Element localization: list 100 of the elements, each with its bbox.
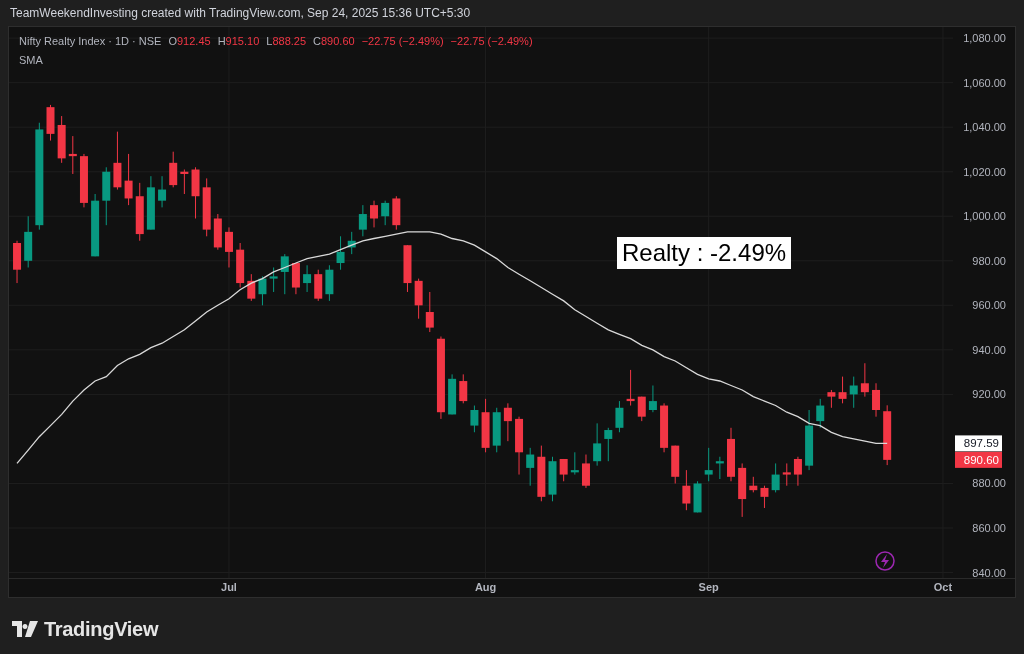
candlestick xyxy=(492,407,501,453)
time-axis-label: Aug xyxy=(474,581,497,593)
candlestick xyxy=(470,405,479,433)
candlestick xyxy=(135,182,144,242)
candlestick xyxy=(693,480,702,513)
price-axis-label: 920.00 xyxy=(972,388,1006,401)
candlestick xyxy=(838,376,847,404)
price-axis-label: 960.00 xyxy=(972,299,1006,312)
candlestick xyxy=(358,204,367,237)
candlestick xyxy=(660,402,669,453)
annotation-label: Realty : -2.49% xyxy=(617,237,792,269)
candlestick xyxy=(291,262,300,295)
candlestick xyxy=(347,231,356,255)
ohlc-value: H915.10 xyxy=(217,34,260,49)
candlestick xyxy=(860,362,869,398)
candlestick xyxy=(403,244,412,293)
candlestick xyxy=(102,166,111,226)
candlestick xyxy=(79,153,88,208)
change-value: −22.75 (−2.49%) xyxy=(361,34,444,49)
candlestick xyxy=(213,213,222,251)
candlestick xyxy=(593,422,602,467)
candlestick xyxy=(782,462,791,487)
time-axis-label: Jul xyxy=(221,581,237,593)
candlestick xyxy=(392,195,401,231)
candlestick xyxy=(113,131,122,191)
candlestick xyxy=(727,427,735,482)
candlestick xyxy=(191,166,200,219)
price-axis-label: 940.00 xyxy=(972,343,1006,356)
candlestick xyxy=(169,151,178,188)
logo-icon xyxy=(12,621,38,637)
candlestick xyxy=(883,404,892,466)
candlestick xyxy=(146,175,155,231)
candlestick xyxy=(68,135,77,175)
candlestick xyxy=(448,373,457,415)
candlestick xyxy=(648,385,657,413)
candlestick xyxy=(225,226,233,268)
candlestick xyxy=(336,235,345,271)
price-label: 890.60 xyxy=(955,451,1002,468)
candlestick xyxy=(481,398,490,453)
candlestick xyxy=(370,200,378,228)
lightning-icon[interactable] xyxy=(875,551,895,571)
candlestick xyxy=(280,253,289,295)
candlestick xyxy=(202,177,211,237)
price-axis-label: 840.00 xyxy=(972,566,1006,579)
indicator-label: SMA xyxy=(19,52,44,68)
price-axis-label: 1,020.00 xyxy=(963,165,1006,178)
candlestick xyxy=(626,369,635,407)
candlestick xyxy=(236,242,245,289)
candlestick xyxy=(671,445,680,484)
chart-caption: TeamWeekendInvesting created with TradingView.com, Sep 24, 2025 15:36 UTC+5:30 xyxy=(10,5,471,22)
candlestick xyxy=(13,240,22,284)
candlestick xyxy=(459,373,468,404)
candlestick xyxy=(247,273,256,302)
candlestick xyxy=(414,278,423,320)
candlestick xyxy=(559,458,568,482)
candlestick xyxy=(180,169,189,195)
price-axis-label: 880.00 xyxy=(972,477,1006,490)
price-label: 897.59 xyxy=(955,435,1002,452)
candlestick xyxy=(124,153,133,206)
change-value: −22.75 (−2.49%) xyxy=(450,34,533,49)
candlestick xyxy=(425,291,434,333)
candlestick xyxy=(604,427,613,462)
candlestick xyxy=(682,469,691,511)
candlestick xyxy=(715,456,724,480)
candlestick xyxy=(24,215,33,268)
candlestick xyxy=(537,445,546,502)
candlestick xyxy=(637,396,646,422)
price-axis-label: 1,040.00 xyxy=(963,121,1006,134)
candlestick xyxy=(760,485,769,509)
candlestick xyxy=(615,400,624,433)
time-axis-label: Sep xyxy=(698,581,719,593)
symbol-label: Nifty Realty Index · 1D · NSE xyxy=(19,34,162,49)
candlestick xyxy=(872,382,881,418)
candlestick xyxy=(515,416,524,476)
candlestick xyxy=(258,275,267,306)
candlestick xyxy=(303,264,312,293)
candlestick xyxy=(57,115,66,164)
ohlc-value: L888.25 xyxy=(266,34,307,49)
candlestick xyxy=(805,409,814,471)
candlestick xyxy=(704,447,713,482)
candlestick xyxy=(158,175,167,208)
candlestick xyxy=(503,402,512,442)
price-axis-label: 1,060.00 xyxy=(963,76,1006,89)
candlestick xyxy=(771,462,780,493)
candlestick xyxy=(849,376,858,409)
candlestick xyxy=(325,264,334,302)
candlestick xyxy=(827,389,836,409)
price-axis-label: 1,080.00 xyxy=(963,32,1006,45)
brand-name: TradingView xyxy=(44,617,159,642)
candlestick xyxy=(526,447,535,487)
ohlc-value: O912.45 xyxy=(168,34,211,49)
candlestick xyxy=(269,267,278,293)
candlestick xyxy=(381,200,390,226)
candlestick xyxy=(738,462,747,518)
price-axis-label: 980.00 xyxy=(972,254,1006,267)
candlestick xyxy=(548,456,557,502)
candlestick xyxy=(582,454,590,489)
candlestick xyxy=(314,269,323,302)
candlestick xyxy=(816,398,825,429)
candlestick xyxy=(46,104,55,142)
